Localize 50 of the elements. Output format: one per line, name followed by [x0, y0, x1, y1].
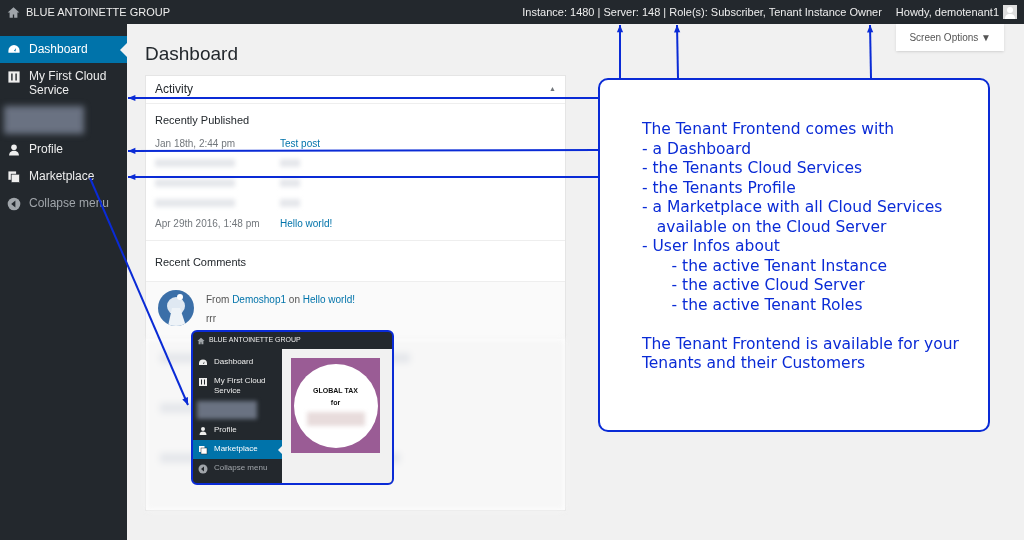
post-date: Jan 18th, 2:44 pm [155, 136, 237, 151]
author-link[interactable]: Demoshop1 [232, 294, 287, 305]
menu-item[interactable]: My First Cloud Service [0, 63, 127, 104]
post-link[interactable]: Hello world! [302, 294, 355, 305]
panel-title: Activity [155, 81, 193, 98]
collapse-icon [198, 464, 208, 475]
annotation-line: The Tenant Frontend comes with [642, 120, 896, 140]
stacked-pages-icon [7, 169, 21, 184]
tenant-info: Instance: 1480 | Server: 148 | Role(s): Subscriber, Tenant Instance Owner [522, 4, 882, 20]
page-title: Dashboard [145, 42, 238, 66]
collapse-icon [7, 196, 21, 211]
collapse-menu-button[interactable]: Collapse menu [193, 459, 282, 479]
user-greeting[interactable]: Howdy, demotenant1 [895, 3, 999, 21]
section-heading: Recent Comments [155, 256, 247, 268]
home-icon [197, 336, 205, 345]
menu-item[interactable]: Marketplace [0, 162, 127, 190]
post-link[interactable]: Test post [280, 135, 321, 151]
annotation-line: - the active Tenant Instance [670, 256, 888, 276]
annotation-line: - the active Tenant Roles [670, 295, 864, 315]
avatar-icon [1003, 5, 1017, 19]
comment-text: rrr [206, 312, 217, 326]
annotation-line: - the Tenants Profile [642, 178, 797, 198]
menu-item[interactable]: Dashboard [0, 36, 127, 63]
annotation-line: - the Tenants Cloud Services [642, 159, 864, 179]
blurred-product-name [306, 411, 365, 426]
annotation-line: The Tenant Frontend is available for your [642, 334, 960, 354]
annotation-line: Tenants and their Customers [642, 354, 867, 374]
menu-item[interactable]: Profile [193, 421, 282, 441]
annotation-line: - a Dashboard [642, 139, 753, 159]
menu-item[interactable]: Dashboard [193, 353, 282, 372]
sliders-icon [198, 377, 208, 387]
person-icon [7, 142, 21, 157]
menu-item[interactable]: Profile [0, 135, 127, 163]
sliders-icon [7, 70, 21, 84]
comment-meta: From Demoshop1 on Hello world! [206, 293, 355, 307]
site-title[interactable]: BLUE ANTOINETTE GROUP [26, 3, 171, 21]
annotation-line: - User Infos about [642, 237, 781, 257]
annotation-line: - the active Cloud Server [670, 276, 866, 296]
annotation-line: - a Marketplace with all Cloud Services [642, 198, 944, 218]
menu-item[interactable]: Marketplace [193, 440, 282, 460]
post-link[interactable]: Hello world! [280, 215, 333, 231]
annotation-line: available on the Cloud Server [655, 217, 888, 237]
post-date: Apr 29th 2016, 1:48 pm [155, 216, 261, 231]
menu-item[interactable]: My First Cloud Service [193, 372, 282, 400]
screen-options-button[interactable]: Screen Options ▼ [896, 24, 1004, 51]
person-icon [198, 426, 208, 437]
stacked-pages-icon [198, 445, 208, 456]
home-icon [7, 5, 20, 19]
gauge-icon [198, 358, 208, 368]
section-heading: Recently Published [154, 112, 251, 128]
